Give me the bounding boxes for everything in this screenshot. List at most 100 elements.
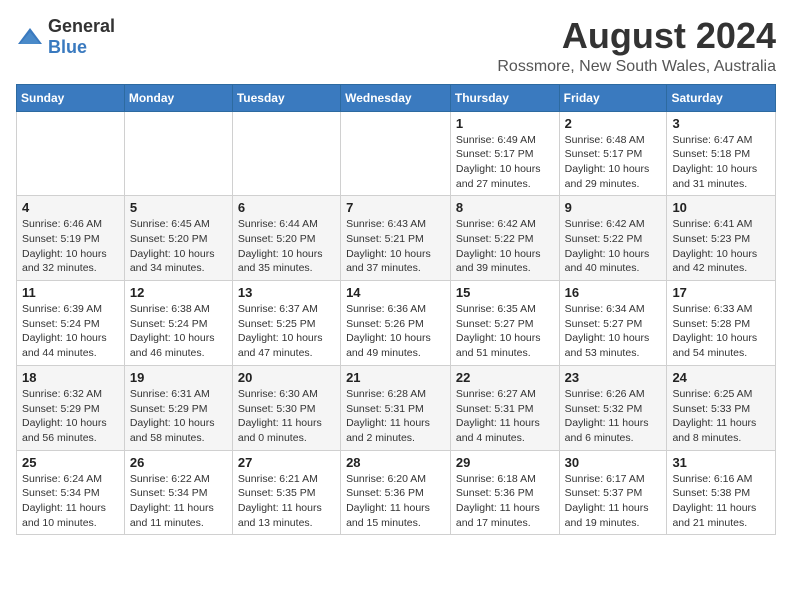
day-number: 26: [130, 455, 227, 470]
logo-icon: [16, 26, 44, 48]
day-number: 12: [130, 285, 227, 300]
day-detail: Sunrise: 6:20 AMSunset: 5:36 PMDaylight:…: [346, 472, 445, 531]
calendar-cell: 2 Sunrise: 6:48 AMSunset: 5:17 PMDaylight…: [559, 111, 667, 196]
day-detail: Sunrise: 6:32 AMSunset: 5:29 PMDaylight:…: [22, 387, 119, 446]
day-detail: Sunrise: 6:45 AMSunset: 5:20 PMDaylight:…: [130, 217, 227, 276]
day-detail: Sunrise: 6:38 AMSunset: 5:24 PMDaylight:…: [130, 302, 227, 361]
day-detail: Sunrise: 6:39 AMSunset: 5:24 PMDaylight:…: [22, 302, 119, 361]
subtitle: Rossmore, New South Wales, Australia: [497, 58, 776, 76]
calendar-cell: 6 Sunrise: 6:44 AMSunset: 5:20 PMDaylight…: [232, 196, 340, 281]
day-detail: Sunrise: 6:49 AMSunset: 5:17 PMDaylight:…: [456, 133, 554, 192]
calendar-cell: 1Sunrise: 6:49 AMSunset: 5:17 PMDaylight…: [450, 111, 559, 196]
day-number: 8: [456, 200, 554, 215]
day-detail: Sunrise: 6:22 AMSunset: 5:34 PMDaylight:…: [130, 472, 227, 531]
day-number: 6: [238, 200, 335, 215]
calendar-cell: 22Sunrise: 6:27 AMSunset: 5:31 PMDayligh…: [450, 365, 559, 450]
logo-blue: Blue: [48, 37, 87, 57]
calendar-cell: 10 Sunrise: 6:41 AMSunset: 5:23 PMDayligh…: [667, 196, 776, 281]
day-number: 13: [238, 285, 335, 300]
day-detail: Sunrise: 6:46 AMSunset: 5:19 PMDaylight:…: [22, 217, 119, 276]
calendar-cell: 14 Sunrise: 6:36 AMSunset: 5:26 PMDayligh…: [341, 281, 451, 366]
calendar-cell: 15 Sunrise: 6:35 AMSunset: 5:27 PMDayligh…: [450, 281, 559, 366]
day-detail: Sunrise: 6:24 AMSunset: 5:34 PMDaylight:…: [22, 472, 119, 531]
day-number: 7: [346, 200, 445, 215]
calendar-week-1: 1Sunrise: 6:49 AMSunset: 5:17 PMDaylight…: [17, 111, 776, 196]
day-detail: Sunrise: 6:35 AMSunset: 5:27 PMDaylight:…: [456, 302, 554, 361]
header-day-monday: Monday: [124, 84, 232, 111]
logo: General Blue: [16, 16, 115, 58]
calendar-body: 1Sunrise: 6:49 AMSunset: 5:17 PMDaylight…: [17, 111, 776, 535]
calendar-cell: 11 Sunrise: 6:39 AMSunset: 5:24 PMDayligh…: [17, 281, 125, 366]
day-detail: Sunrise: 6:33 AMSunset: 5:28 PMDaylight:…: [672, 302, 770, 361]
calendar-cell: [17, 111, 125, 196]
day-detail: Sunrise: 6:16 AMSunset: 5:38 PMDaylight:…: [672, 472, 770, 531]
calendar-cell: 17 Sunrise: 6:33 AMSunset: 5:28 PMDayligh…: [667, 281, 776, 366]
calendar-table: SundayMondayTuesdayWednesdayThursdayFrid…: [16, 84, 776, 536]
calendar-cell: 3 Sunrise: 6:47 AMSunset: 5:18 PMDaylight…: [667, 111, 776, 196]
calendar-cell: 27Sunrise: 6:21 AMSunset: 5:35 PMDayligh…: [232, 450, 340, 535]
day-detail: Sunrise: 6:41 AMSunset: 5:23 PMDaylight:…: [672, 217, 770, 276]
day-detail: Sunrise: 6:42 AMSunset: 5:22 PMDaylight:…: [565, 217, 662, 276]
day-number: 31: [672, 455, 770, 470]
calendar-cell: [341, 111, 451, 196]
header-day-thursday: Thursday: [450, 84, 559, 111]
calendar-cell: 24Sunrise: 6:25 AMSunset: 5:33 PMDayligh…: [667, 365, 776, 450]
calendar-cell: 13 Sunrise: 6:37 AMSunset: 5:25 PMDayligh…: [232, 281, 340, 366]
calendar-cell: 18Sunrise: 6:32 AMSunset: 5:29 PMDayligh…: [17, 365, 125, 450]
calendar-cell: 16 Sunrise: 6:34 AMSunset: 5:27 PMDayligh…: [559, 281, 667, 366]
calendar-cell: 12 Sunrise: 6:38 AMSunset: 5:24 PMDayligh…: [124, 281, 232, 366]
calendar-cell: [232, 111, 340, 196]
day-number: 30: [565, 455, 662, 470]
day-number: 29: [456, 455, 554, 470]
calendar-week-5: 25 Sunrise: 6:24 AMSunset: 5:34 PMDayligh…: [17, 450, 776, 535]
day-detail: Sunrise: 6:36 AMSunset: 5:26 PMDaylight:…: [346, 302, 445, 361]
day-detail: Sunrise: 6:42 AMSunset: 5:22 PMDaylight:…: [456, 217, 554, 276]
day-number: 25: [22, 455, 119, 470]
day-number: 16: [565, 285, 662, 300]
day-number: 19: [130, 370, 227, 385]
day-number: 14: [346, 285, 445, 300]
day-detail: Sunrise: 6:28 AMSunset: 5:31 PMDaylight:…: [346, 387, 445, 446]
calendar-cell: 19 Sunrise: 6:31 AMSunset: 5:29 PMDayligh…: [124, 365, 232, 450]
day-detail: Sunrise: 6:44 AMSunset: 5:20 PMDaylight:…: [238, 217, 335, 276]
day-number: 28: [346, 455, 445, 470]
header-day-sunday: Sunday: [17, 84, 125, 111]
day-detail: Sunrise: 6:48 AMSunset: 5:17 PMDaylight:…: [565, 133, 662, 192]
calendar-cell: 21Sunrise: 6:28 AMSunset: 5:31 PMDayligh…: [341, 365, 451, 450]
calendar-cell: 7Sunrise: 6:43 AMSunset: 5:21 PMDaylight…: [341, 196, 451, 281]
header-day-friday: Friday: [559, 84, 667, 111]
day-detail: Sunrise: 6:21 AMSunset: 5:35 PMDaylight:…: [238, 472, 335, 531]
day-number: 17: [672, 285, 770, 300]
day-number: 9: [565, 200, 662, 215]
day-detail: Sunrise: 6:27 AMSunset: 5:31 PMDaylight:…: [456, 387, 554, 446]
day-detail: Sunrise: 6:47 AMSunset: 5:18 PMDaylight:…: [672, 133, 770, 192]
calendar-cell: 23Sunrise: 6:26 AMSunset: 5:32 PMDayligh…: [559, 365, 667, 450]
day-number: 2: [565, 116, 662, 131]
calendar-week-3: 11 Sunrise: 6:39 AMSunset: 5:24 PMDayligh…: [17, 281, 776, 366]
day-detail: Sunrise: 6:34 AMSunset: 5:27 PMDaylight:…: [565, 302, 662, 361]
day-detail: Sunrise: 6:25 AMSunset: 5:33 PMDaylight:…: [672, 387, 770, 446]
calendar-cell: 4 Sunrise: 6:46 AMSunset: 5:19 PMDaylight…: [17, 196, 125, 281]
day-detail: Sunrise: 6:30 AMSunset: 5:30 PMDaylight:…: [238, 387, 335, 446]
day-number: 4: [22, 200, 119, 215]
title-block: August 2024 Rossmore, New South Wales, A…: [497, 16, 776, 76]
day-detail: Sunrise: 6:26 AMSunset: 5:32 PMDaylight:…: [565, 387, 662, 446]
day-number: 3: [672, 116, 770, 131]
day-detail: Sunrise: 6:31 AMSunset: 5:29 PMDaylight:…: [130, 387, 227, 446]
calendar-cell: 28 Sunrise: 6:20 AMSunset: 5:36 PMDayligh…: [341, 450, 451, 535]
day-detail: Sunrise: 6:37 AMSunset: 5:25 PMDaylight:…: [238, 302, 335, 361]
day-number: 10: [672, 200, 770, 215]
day-number: 15: [456, 285, 554, 300]
day-number: 11: [22, 285, 119, 300]
calendar-cell: 5Sunrise: 6:45 AMSunset: 5:20 PMDaylight…: [124, 196, 232, 281]
header-row: SundayMondayTuesdayWednesdayThursdayFrid…: [17, 84, 776, 111]
calendar-cell: 26 Sunrise: 6:22 AMSunset: 5:34 PMDayligh…: [124, 450, 232, 535]
header-day-tuesday: Tuesday: [232, 84, 340, 111]
day-detail: Sunrise: 6:17 AMSunset: 5:37 PMDaylight:…: [565, 472, 662, 531]
main-title: August 2024: [497, 16, 776, 56]
header-day-wednesday: Wednesday: [341, 84, 451, 111]
calendar-cell: 20Sunrise: 6:30 AMSunset: 5:30 PMDayligh…: [232, 365, 340, 450]
calendar-cell: 9 Sunrise: 6:42 AMSunset: 5:22 PMDaylight…: [559, 196, 667, 281]
calendar-cell: 25 Sunrise: 6:24 AMSunset: 5:34 PMDayligh…: [17, 450, 125, 535]
page-header: General Blue August 2024 Rossmore, New S…: [16, 16, 776, 76]
